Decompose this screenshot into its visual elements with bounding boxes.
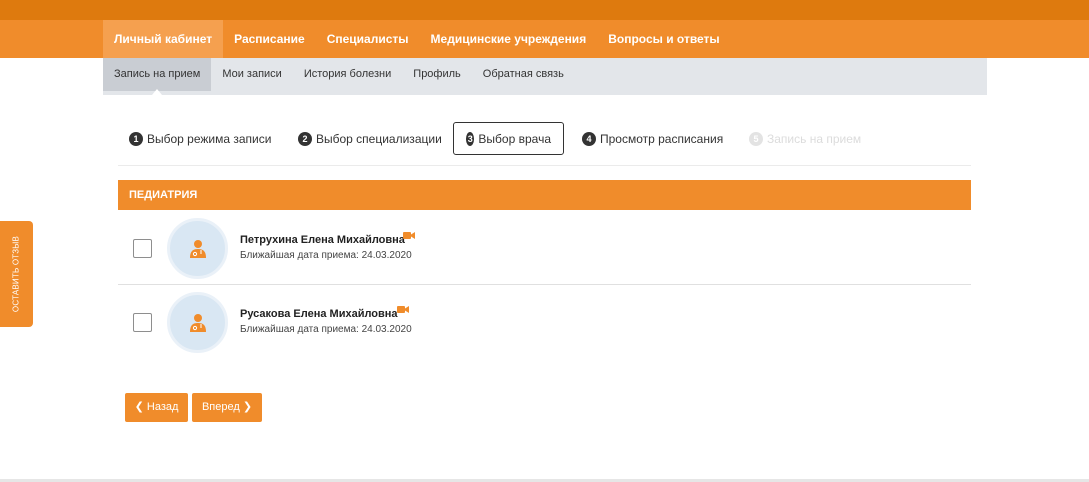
step-1-number: 1 <box>129 131 143 146</box>
sub-nav: Запись на прием Мои записи История болез… <box>103 58 987 95</box>
subnav-my-records[interactable]: Мои записи <box>211 58 293 91</box>
main-nav: Личный кабинет Расписание Специалисты Ме… <box>0 20 1089 58</box>
doctor-name[interactable]: Русакова Елена Михайловна <box>240 308 398 320</box>
step-4-number: 4 <box>582 131 596 146</box>
step-3-number: 3 <box>466 131 475 146</box>
top-strip <box>0 0 1089 20</box>
doctor-row: Русакова Елена Михайловна Ближайшая дата… <box>118 285 971 359</box>
step-5: 5 Запись на прием <box>749 122 861 155</box>
active-caret-icon <box>152 89 163 95</box>
feedback-tab-label: ОСТАВИТЬ ОТЗЫВ <box>11 235 21 313</box>
avatar <box>167 292 228 353</box>
nav-medical-institutions[interactable]: Медицинские учреждения <box>420 20 598 58</box>
step-2-label: Выбор специализации <box>316 131 442 146</box>
doctor-name[interactable]: Петрухина Елена Михайловна <box>240 234 405 246</box>
step-1-label: Выбор режима записи <box>147 131 272 146</box>
step-2-number: 2 <box>298 131 312 146</box>
video-icon <box>403 232 415 239</box>
step-5-number: 5 <box>749 131 763 146</box>
back-button[interactable]: ❮ Назад <box>125 393 188 422</box>
specialty-header: ПЕДИАТРИЯ <box>118 180 971 210</box>
doctor-checkbox[interactable] <box>133 313 152 332</box>
doctor-row: Петрухина Елена Михайловна Ближайшая дат… <box>118 211 971 285</box>
doctor-icon <box>189 239 206 258</box>
doctor-checkbox[interactable] <box>133 239 152 258</box>
subnav-feedback[interactable]: Обратная связь <box>472 58 575 91</box>
step-4[interactable]: 4 Просмотр расписания <box>582 122 723 155</box>
doctor-icon <box>189 313 206 332</box>
subnav-appointment-label: Запись на прием <box>114 68 201 80</box>
nav-schedule[interactable]: Расписание <box>223 20 316 58</box>
wizard-steps: 1 Выбор режима записи 2 Выбор специализа… <box>118 122 971 166</box>
subnav-profile[interactable]: Профиль <box>402 58 472 91</box>
subnav-appointment[interactable]: Запись на прием <box>103 58 212 95</box>
nav-personal-account[interactable]: Личный кабинет <box>103 20 224 58</box>
nav-specialists[interactable]: Специалисты <box>316 20 420 58</box>
step-3-label: Выбор врача <box>478 131 551 146</box>
feedback-tab[interactable]: ОСТАВИТЬ ОТЗЫВ <box>0 221 33 327</box>
step-4-label: Просмотр расписания <box>600 131 724 146</box>
next-button[interactable]: Вперед ❯ <box>192 393 262 422</box>
step-5-label: Запись на прием <box>767 131 862 146</box>
nav-faq[interactable]: Вопросы и ответы <box>597 20 730 58</box>
doctor-next-date: Ближайшая дата приема: 24.03.2020 <box>240 250 412 261</box>
avatar <box>167 218 228 279</box>
step-1[interactable]: 1 Выбор режима записи <box>129 122 271 155</box>
next-button-label: Вперед <box>201 401 240 413</box>
subnav-medical-history[interactable]: История болезни <box>293 58 402 91</box>
chevron-left-icon: ❮ <box>134 401 144 413</box>
step-2[interactable]: 2 Выбор специализации <box>298 122 442 155</box>
back-button-label: Назад <box>146 401 179 413</box>
step-3[interactable]: 3 Выбор врача <box>453 122 564 155</box>
doctor-next-date: Ближайшая дата приема: 24.03.2020 <box>240 324 412 335</box>
video-icon <box>397 306 409 313</box>
chevron-right-icon: ❯ <box>242 401 253 413</box>
